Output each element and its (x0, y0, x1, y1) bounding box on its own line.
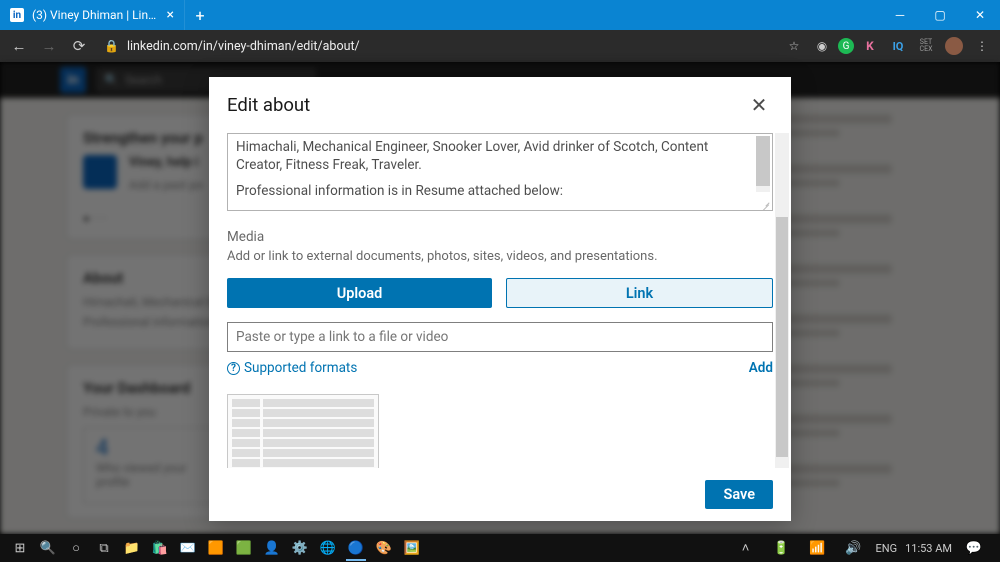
close-icon[interactable]: ✕ (745, 91, 773, 119)
extension-setcex-icon[interactable]: SETCEX (914, 34, 938, 58)
help-icon: ? (227, 362, 240, 375)
profile-avatar[interactable] (942, 34, 966, 58)
tab-title: (3) Viney Dhiman | LinkedIn (32, 8, 159, 22)
store-icon[interactable]: 🛍️ (146, 534, 174, 562)
minimize-button[interactable]: ─ (880, 0, 920, 30)
modal-title: Edit about (227, 94, 310, 116)
bookmark-star-icon[interactable]: ☆ (782, 34, 806, 58)
browser-tab[interactable]: in (3) Viney Dhiman | LinkedIn × (0, 0, 185, 30)
maximize-button[interactable]: ▢ (920, 0, 960, 30)
volume-icon[interactable]: 🔊 (840, 534, 868, 562)
summary-text-line1: Himachali, Mechanical Engineer, Snooker … (236, 138, 752, 174)
modal-header: Edit about ✕ (209, 77, 791, 133)
window-titlebar: in (3) Viney Dhiman | LinkedIn × + ─ ▢ ✕ (0, 0, 1000, 30)
browser-toolbar: ← → ⟳ 🔒 linkedin.com/in/viney-dhiman/edi… (0, 30, 1000, 62)
extension-iq-icon[interactable]: IQ (886, 34, 910, 58)
extension-k-icon[interactable]: K (858, 34, 882, 58)
summary-textarea[interactable]: Himachali, Mechanical Engineer, Snooker … (227, 133, 773, 211)
notifications-icon[interactable]: 💬 (960, 534, 988, 562)
textarea-resize-handle[interactable] (758, 196, 772, 210)
windows-taskbar: ⊞ 🔍 ○ ⧉ 📁 🛍️ ✉️ 🟧 🟩 👤 ⚙️ 🌐 🔵 🎨 🖼️ ˄ 🔋 📶 … (0, 534, 1000, 562)
save-button[interactable]: Save (705, 480, 773, 509)
upload-button[interactable]: Upload (227, 278, 492, 308)
app-icon-1[interactable]: 🟧 (202, 534, 230, 562)
modal-scrollbar[interactable] (775, 133, 789, 468)
wifi-icon[interactable]: 📶 (804, 534, 832, 562)
search-icon[interactable]: 🔍 (34, 534, 62, 562)
paint-icon[interactable]: 🎨 (370, 534, 398, 562)
url-text: linkedin.com/in/viney-dhiman/edit/about/ (127, 39, 360, 54)
browser-menu-icon[interactable]: ⋮ (970, 34, 994, 58)
chrome-icon[interactable]: 🔵 (342, 534, 370, 562)
tray-chevron-icon[interactable]: ˄ (732, 534, 760, 562)
link-button[interactable]: Link (506, 278, 773, 308)
system-tray: ˄ 🔋 📶 🔊 ENG 11:53 AM 💬 (732, 534, 995, 562)
extension-camera-icon[interactable]: ◉ (810, 34, 834, 58)
window-controls: ─ ▢ ✕ (880, 0, 1000, 30)
linkedin-favicon: in (10, 8, 24, 22)
media-attachment-preview[interactable] (227, 394, 379, 468)
clock[interactable]: 11:53 AM (905, 542, 952, 555)
add-link-button[interactable]: Add (749, 360, 773, 376)
edge-icon[interactable]: 🌐 (314, 534, 342, 562)
summary-text-line2: Professional information is in Resume at… (236, 182, 752, 200)
supported-formats-link[interactable]: ? Supported formats (227, 360, 357, 376)
new-tab-button[interactable]: + (185, 6, 215, 25)
reload-button[interactable]: ⟳ (66, 33, 92, 59)
task-view-icon[interactable]: ⧉ (90, 534, 118, 562)
forward-button[interactable]: → (36, 33, 62, 59)
app-icon-2[interactable]: 🟩 (230, 534, 258, 562)
language-indicator[interactable]: ENG (876, 542, 898, 555)
textarea-scrollbar[interactable] (756, 136, 770, 192)
cortana-icon[interactable]: ○ (62, 534, 90, 562)
settings-icon[interactable]: ⚙️ (286, 534, 314, 562)
close-window-button[interactable]: ✕ (960, 0, 1000, 30)
media-section-subtitle: Add or link to external documents, photo… (227, 249, 773, 264)
media-section-label: Media (227, 229, 773, 245)
mail-icon[interactable]: ✉️ (174, 534, 202, 562)
link-url-input[interactable] (227, 322, 773, 352)
battery-icon[interactable]: 🔋 (768, 534, 796, 562)
start-button[interactable]: ⊞ (6, 534, 34, 562)
edit-about-modal: Edit about ✕ Himachali, Mechanical Engin… (209, 77, 791, 521)
lock-icon: 🔒 (104, 39, 119, 53)
back-button[interactable]: ← (6, 33, 32, 59)
extension-grammarly-icon[interactable]: G (838, 38, 854, 54)
file-explorer-icon[interactable]: 📁 (118, 534, 146, 562)
app-icon-3[interactable]: 👤 (258, 534, 286, 562)
photos-icon[interactable]: 🖼️ (398, 534, 426, 562)
tab-close-icon[interactable]: × (167, 7, 174, 23)
address-bar[interactable]: 🔒 linkedin.com/in/viney-dhiman/edit/abou… (104, 39, 360, 54)
